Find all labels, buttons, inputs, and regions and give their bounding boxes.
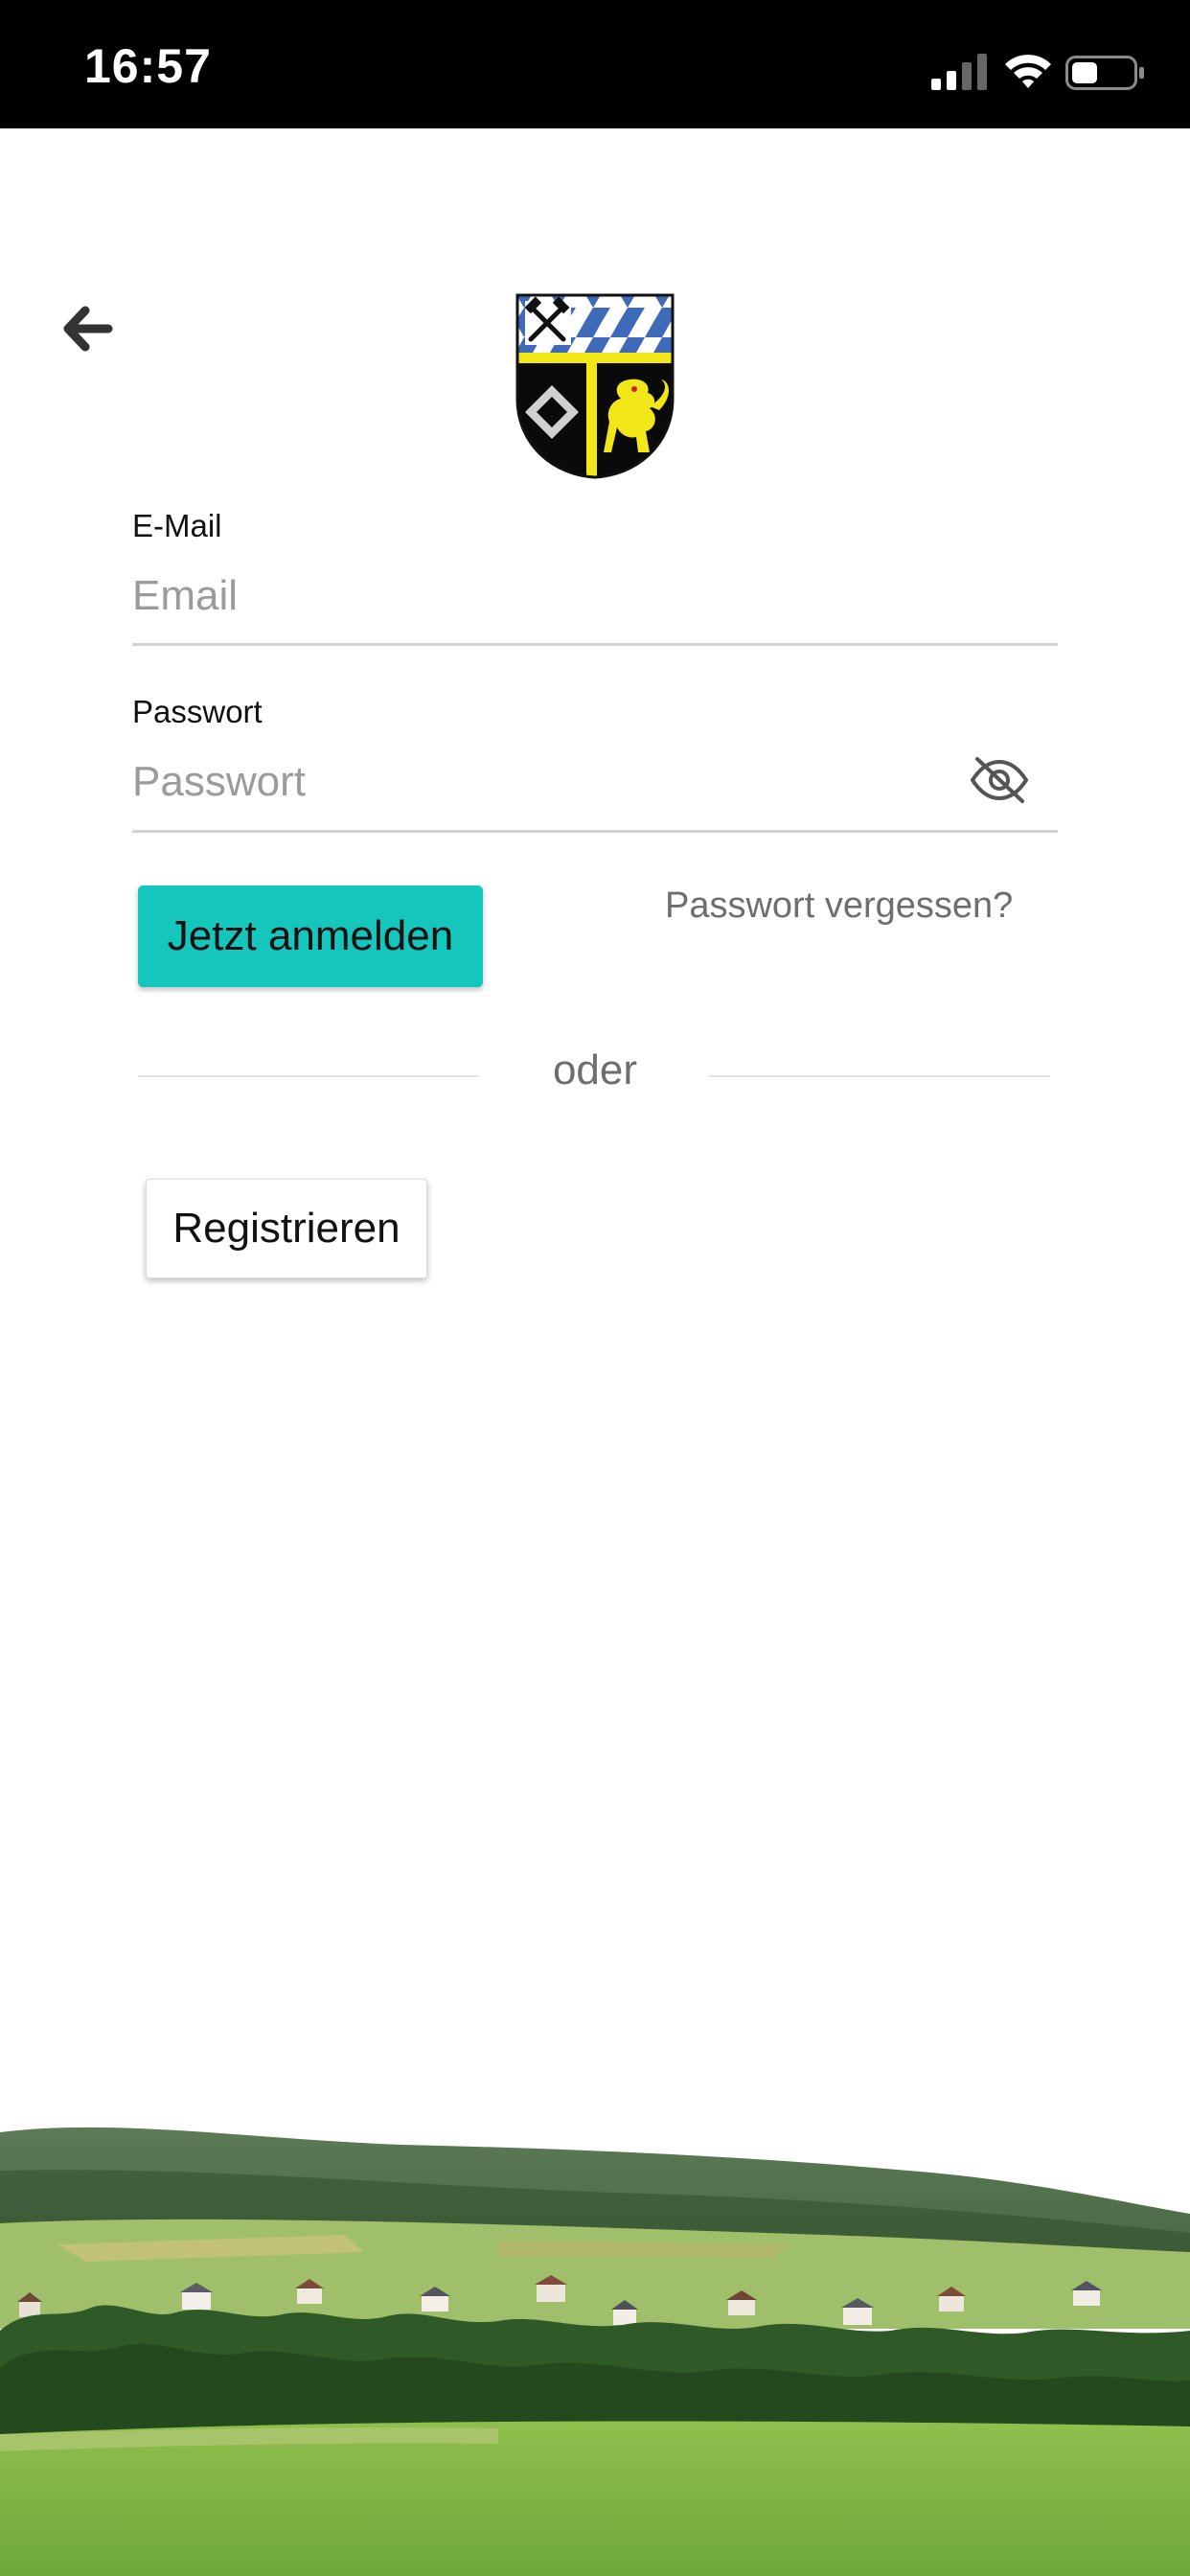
email-input[interactable]	[132, 558, 1056, 634]
status-time: 16:57	[84, 39, 212, 93]
register-button[interactable]: Registrieren	[146, 1179, 427, 1278]
arrow-left-icon	[63, 306, 113, 352]
signal-icon	[931, 54, 987, 90]
landscape-image	[0, 2127, 1190, 2576]
divider-text: oder	[552, 1046, 638, 1093]
coat-of-arms-logo	[515, 293, 675, 479]
status-bar: 16:57	[0, 0, 1190, 128]
login-button[interactable]: Jetzt anmelden	[138, 886, 483, 987]
email-underline	[132, 643, 1058, 646]
password-input[interactable]	[132, 744, 947, 820]
forgot-password-link[interactable]: Passwort vergessen?	[665, 886, 1013, 927]
divider-line-left	[138, 1075, 479, 1077]
eye-off-icon[interactable]	[968, 753, 1031, 807]
password-underline	[132, 830, 1058, 833]
back-button[interactable]	[56, 297, 119, 360]
battery-icon	[1065, 56, 1144, 90]
wifi-icon	[1005, 55, 1051, 88]
password-label: Passwort	[132, 694, 263, 729]
email-label: E-Mail	[132, 508, 222, 543]
divider-line-right	[709, 1075, 1050, 1077]
